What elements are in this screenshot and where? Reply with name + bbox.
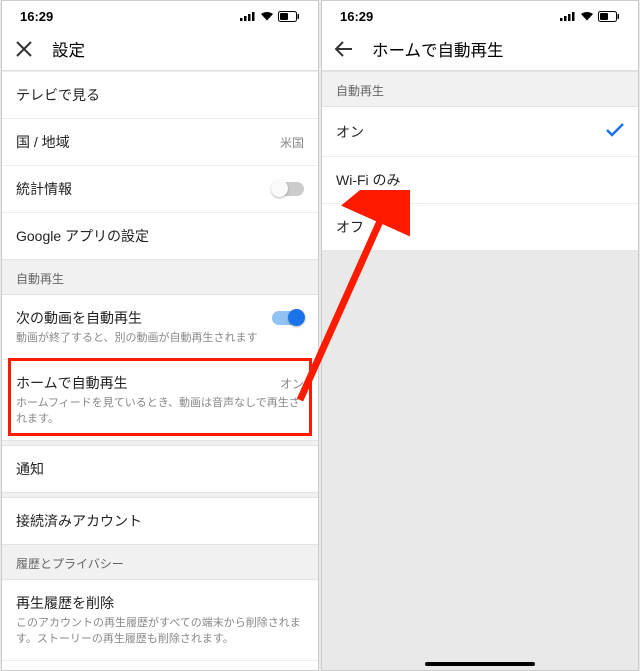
label: 統計情報 [16, 179, 72, 199]
section-history: 履歴とプライバシー [2, 544, 318, 580]
back-icon[interactable] [334, 39, 354, 59]
label: 接続済みアカウント [16, 511, 142, 531]
status-time: 16:29 [20, 9, 53, 24]
label: オフ [336, 217, 364, 237]
row-clear-search[interactable]: 検索履歴を削除 このアカウントの検索履歴がすべての端末から削除さ [2, 660, 318, 670]
status-bar: 16:29 [322, 1, 638, 27]
option-wifi[interactable]: Wi-Fi のみ [322, 156, 638, 203]
value: 米国 [280, 134, 304, 151]
label: 通知 [16, 459, 44, 479]
status-indicators [560, 11, 620, 22]
row-tv[interactable]: テレビで見る [2, 71, 318, 118]
row-region[interactable]: 国 / 地域 米国 [2, 118, 318, 165]
close-icon[interactable] [14, 39, 34, 59]
header: ホームで自動再生 [322, 27, 638, 71]
label: Wi-Fi のみ [336, 170, 401, 190]
option-off[interactable]: オフ [322, 203, 638, 250]
home-indicator[interactable] [425, 662, 535, 666]
row-clear-watch[interactable]: 再生履歴を削除 このアカウントの再生履歴がすべての端末から削除されます。ストーリ… [2, 580, 318, 660]
phone-right: 16:29 ホームで自動再生 自動再生 オン Wi-Fi のみ オフ [321, 0, 639, 671]
autoplay-next-toggle[interactable] [272, 311, 304, 325]
label: 次の動画を自動再生 [16, 308, 142, 328]
section-autoplay: 自動再生 [2, 259, 318, 295]
empty-area [322, 250, 638, 670]
row-connected[interactable]: 接続済みアカウント [2, 498, 318, 544]
label: オン [336, 122, 364, 142]
stats-toggle[interactable] [272, 182, 304, 196]
status-indicators [240, 11, 300, 22]
row-autoplay-next[interactable]: 次の動画を自動再生 動画が終了すると、別の動画が自動再生されます [2, 295, 318, 359]
option-on[interactable]: オン [322, 107, 638, 156]
label: 国 / 地域 [16, 132, 70, 152]
check-icon [606, 120, 624, 143]
phone-left: 16:29 設定 テレビで見る 国 / 地域 米国 統計情報 Google アプ… [1, 0, 319, 671]
sub: 動画が終了すると、別の動画が自動再生されます [16, 331, 304, 346]
label: Google アプリの設定 [16, 226, 149, 246]
label: テレビで見る [16, 85, 100, 105]
row-google-apps[interactable]: Google アプリの設定 [2, 212, 318, 259]
section-autoplay: 自動再生 [322, 71, 638, 107]
header: 設定 [2, 27, 318, 71]
options-scroll[interactable]: 自動再生 オン Wi-Fi のみ オフ [322, 71, 638, 670]
label: 再生履歴を削除 [16, 595, 114, 611]
page-title: ホームで自動再生 [372, 37, 504, 61]
status-time: 16:29 [340, 9, 373, 24]
row-autoplay-home[interactable]: ホームで自動再生 オン ホームフィードを見ているとき、動画は音声なしで再生されま… [2, 359, 318, 440]
row-notifications[interactable]: 通知 [2, 446, 318, 492]
status-bar: 16:29 [2, 1, 318, 27]
sub: このアカウントの再生履歴がすべての端末から削除されます。ストーリーの再生履歴も削… [16, 616, 304, 647]
row-stats[interactable]: 統計情報 [2, 165, 318, 212]
value: オン [280, 375, 304, 392]
sub: ホームフィードを見ているとき、動画は音声なしで再生されます。 [16, 396, 304, 427]
label: ホームで自動再生 [16, 373, 128, 393]
page-title: 設定 [52, 37, 85, 61]
settings-scroll[interactable]: テレビで見る 国 / 地域 米国 統計情報 Google アプリの設定 自動再生… [2, 71, 318, 670]
